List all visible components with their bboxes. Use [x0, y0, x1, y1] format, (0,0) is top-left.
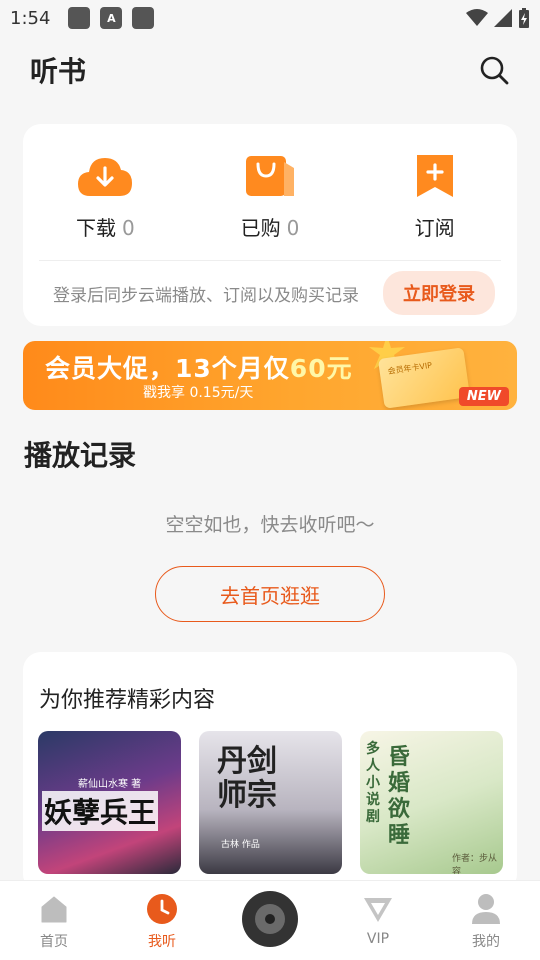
app-header: 听书: [0, 44, 540, 96]
search-icon[interactable]: [478, 54, 510, 86]
book-cover-title: 妖孽兵王: [42, 791, 159, 831]
app-notification-icon: [132, 7, 155, 29]
nav-listen-label: 我听: [148, 934, 176, 950]
go-home-button[interactable]: 去首页逛逛: [155, 566, 385, 622]
book-cover[interactable]: 丹剑师宗 古林 作品: [199, 731, 342, 874]
history-title: 播放记录: [24, 439, 137, 472]
nav-home[interactable]: 首页: [0, 881, 108, 960]
book-cover[interactable]: 多人小说剧 昏婚欲睡 作者：步从容: [360, 731, 503, 874]
disc-icon: [242, 890, 298, 947]
shopping-bag-icon: [246, 156, 294, 196]
login-button[interactable]: 立即登录: [383, 271, 495, 315]
book-cover[interactable]: 薪仙山水寒 著 妖孽兵王: [38, 731, 181, 874]
banner-subtitle: 戳我享 0.15元/天: [143, 385, 254, 401]
wifi-icon: [466, 9, 488, 26]
book-cover-title: 昏婚欲睡: [388, 745, 411, 848]
vip-promo-banner[interactable]: 会员大促，13个月仅60元 戳我享 0.15元/天 会员年卡VIP NEW: [23, 341, 517, 410]
battery-icon: [519, 8, 529, 28]
nav-profile-label: 我的: [472, 934, 500, 950]
downloads-label: 下载: [75, 216, 116, 240]
subscriptions-label: 订阅: [414, 216, 455, 240]
player-disc-button[interactable]: [216, 881, 324, 960]
vip-card-image: 会员年卡VIP: [377, 347, 471, 409]
bottom-nav: 首页 我听 VIP 我的: [0, 880, 540, 960]
signal-icon: [494, 9, 512, 27]
book-cover-title: 丹剑师宗: [217, 744, 277, 813]
nav-vip[interactable]: VIP: [324, 881, 432, 960]
status-bar: 1:54 A: [0, 0, 540, 36]
vip-icon: [364, 898, 392, 922]
purchased-count: 0: [286, 216, 300, 240]
page-title: 听书: [30, 55, 87, 88]
downloads-entry[interactable]: 下载 0: [23, 124, 188, 260]
recommend-card: 为你推荐精彩内容 薪仙山水寒 著 妖孽兵王 丹剑师宗 古林 作品 多人小说剧 昏…: [23, 652, 517, 892]
login-row: 登录后同步云端播放、订阅以及购买记录 立即登录: [23, 261, 517, 325]
purchased-label: 已购: [240, 216, 281, 240]
history-empty-text: 空空如也，快去收听吧～: [165, 514, 375, 536]
user-icon: [472, 894, 500, 924]
home-icon: [41, 896, 67, 923]
recommend-title: 为你推荐精彩内容: [39, 688, 216, 713]
nav-vip-label: VIP: [366, 931, 390, 947]
nav-listen[interactable]: 我听: [108, 881, 216, 960]
nav-profile[interactable]: 我的: [432, 881, 540, 960]
nav-home-label: 首页: [40, 934, 68, 950]
purchased-entry[interactable]: 已购 0: [188, 124, 353, 260]
my-library-card: 下载 0 已购 0 订阅 登录后同步云端播放、订阅以及购买记录 立即登录: [23, 124, 517, 326]
login-hint: 登录后同步云端播放、订阅以及购买记录: [53, 285, 359, 306]
download-cloud-icon: [78, 158, 133, 196]
keyboard-notification-icon: A: [100, 7, 123, 29]
clock-icon: [147, 894, 177, 924]
notification-icon: [68, 7, 91, 29]
downloads-count: 0: [121, 216, 135, 240]
bookmark-plus-icon: [416, 155, 453, 197]
banner-headline: 会员大促，13个月仅60元: [45, 354, 353, 383]
subscriptions-entry[interactable]: 订阅: [352, 124, 517, 260]
new-badge: NEW: [458, 387, 509, 406]
status-time: 1:54: [10, 7, 51, 29]
